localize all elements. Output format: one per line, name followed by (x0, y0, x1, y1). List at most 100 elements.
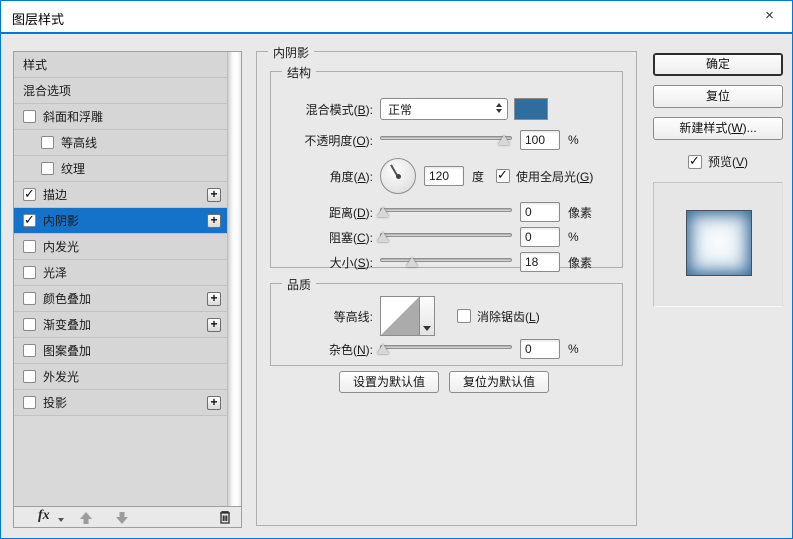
item-label: 渐变叠加 (43, 316, 91, 333)
opacity-label: 不透明度(O): (281, 132, 373, 149)
shadow-color-swatch[interactable] (514, 98, 548, 120)
contour-thumbnail[interactable] (380, 296, 420, 336)
opacity-slider[interactable] (380, 132, 512, 148)
angle-input[interactable]: 120 (424, 166, 464, 186)
new-style-button[interactable]: 新建样式(W)... (653, 117, 783, 140)
anti-alias-check[interactable]: 消除锯齿(L) (457, 308, 540, 325)
item-label: 等高线 (61, 134, 97, 151)
item-label: 外发光 (43, 368, 79, 385)
sidebar-item-styles[interactable]: 样式 (14, 52, 227, 78)
contour-row: 等高线: 消除锯齿(L) (281, 296, 540, 336)
sidebar-item-pattern-overlay[interactable]: 图案叠加 (14, 338, 227, 364)
panel-title: 内阴影 (268, 44, 314, 61)
blend-mode-select[interactable]: 正常 (380, 98, 508, 120)
use-global-light-check[interactable]: 使用全局光(G) (496, 168, 593, 185)
item-label: 混合选项 (23, 82, 71, 99)
styles-list: 样式 混合选项 斜面和浮雕 等高线 纹理 描边 + 内阴影+ 内发光 光泽 颜色叠… (14, 52, 241, 506)
close-icon[interactable]: × (747, 1, 792, 32)
checkbox[interactable] (41, 136, 54, 149)
checkbox[interactable] (23, 344, 36, 357)
sidebar-item-inner-glow[interactable]: 内发光 (14, 234, 227, 260)
checkbox[interactable] (23, 266, 36, 279)
sidebar-item-blending-options[interactable]: 混合选项 (14, 78, 227, 104)
opacity-input[interactable]: 100 (520, 130, 560, 150)
choke-slider[interactable] (380, 229, 512, 245)
distance-slider[interactable] (380, 204, 512, 220)
checkbox[interactable] (23, 188, 36, 201)
size-row: 大小(S): 18 像素 (281, 252, 592, 272)
add-effect-button[interactable]: + (207, 188, 221, 202)
reset-default-button[interactable]: 复位为默认值 (449, 371, 549, 393)
quality-group: 品质 等高线: 消除锯齿(L) 杂色(N): 0 % (270, 283, 623, 366)
add-effect-button[interactable]: + (207, 318, 221, 332)
slider-thumb[interactable] (377, 232, 389, 242)
choke-input[interactable]: 0 (520, 227, 560, 247)
noise-label: 杂色(N): (281, 341, 373, 358)
fx-menu-icon[interactable]: fx (38, 508, 50, 524)
set-default-button[interactable]: 设置为默认值 (339, 371, 439, 393)
sidebar-item-contour[interactable]: 等高线 (14, 130, 227, 156)
add-effect-button[interactable]: + (207, 214, 221, 228)
spinner-icon (496, 103, 502, 113)
global-light-label: 使用全局光(G) (516, 168, 593, 185)
delete-effect-icon[interactable] (217, 509, 233, 525)
move-effect-down-icon[interactable] (114, 510, 130, 526)
style-preview-panel (653, 182, 783, 307)
sidebar-item-outer-glow[interactable]: 外发光 (14, 364, 227, 390)
checkbox[interactable] (23, 214, 36, 227)
contour-dropdown-icon[interactable] (420, 296, 435, 336)
size-unit: 像素 (568, 254, 592, 271)
opacity-unit: % (568, 133, 579, 147)
item-label: 样式 (23, 56, 47, 73)
defaults-buttons: 设置为默认值 复位为默认值 (339, 371, 549, 393)
sidebar-item-satin[interactable]: 光泽 (14, 260, 227, 286)
sidebar-item-bevel-emboss[interactable]: 斜面和浮雕 (14, 104, 227, 130)
style-preview-swatch (686, 210, 752, 276)
noise-unit: % (568, 342, 579, 356)
contour-label: 等高线: (281, 308, 373, 325)
sidebar-item-color-overlay[interactable]: 颜色叠加+ (14, 286, 227, 312)
checkbox[interactable] (23, 370, 36, 383)
size-slider[interactable] (380, 254, 512, 270)
sidebar-item-drop-shadow[interactable]: 投影+ (14, 390, 227, 416)
dialog-title: 图层样式 (12, 9, 64, 28)
checkbox[interactable] (41, 162, 54, 175)
noise-slider[interactable] (380, 341, 512, 357)
sidebar-item-inner-shadow[interactable]: 内阴影+ (14, 208, 227, 234)
reset-button[interactable]: 复位 (653, 85, 783, 108)
item-label: 斜面和浮雕 (43, 108, 103, 125)
slider-thumb[interactable] (377, 207, 389, 217)
add-effect-button[interactable]: + (207, 396, 221, 410)
sidebar-item-texture[interactable]: 纹理 (14, 156, 227, 182)
preview-check[interactable]: 预览(V) (653, 153, 783, 170)
quality-title: 品质 (282, 276, 316, 293)
checkbox[interactable] (23, 110, 36, 123)
ok-button[interactable]: 确定 (653, 53, 783, 76)
checkbox[interactable] (23, 318, 36, 331)
contour-picker[interactable] (380, 296, 435, 336)
noise-input[interactable]: 0 (520, 339, 560, 359)
item-label: 描边 (43, 186, 67, 203)
slider-thumb[interactable] (406, 257, 418, 267)
checkbox[interactable] (23, 396, 36, 409)
sidebar-item-gradient-overlay[interactable]: 渐变叠加 + (14, 312, 227, 338)
distance-input[interactable]: 0 (520, 202, 560, 222)
slider-thumb[interactable] (498, 135, 510, 145)
checkbox[interactable] (23, 292, 36, 305)
angle-dial[interactable] (380, 158, 416, 194)
move-effect-up-icon[interactable] (78, 510, 94, 526)
checkbox[interactable] (23, 240, 36, 253)
checkbox[interactable] (496, 169, 510, 183)
scrollbar[interactable] (227, 52, 241, 506)
add-effect-button[interactable]: + (207, 292, 221, 306)
checkbox[interactable] (457, 309, 471, 323)
sidebar-item-stroke[interactable]: 描边 + (14, 182, 227, 208)
choke-row: 阻塞(C): 0 % (281, 227, 579, 247)
checkbox[interactable] (688, 155, 702, 169)
item-label: 图案叠加 (43, 342, 91, 359)
size-input[interactable]: 18 (520, 252, 560, 272)
slider-thumb[interactable] (377, 344, 389, 354)
titlebar: 图层样式 × (1, 1, 792, 34)
structure-group: 结构 混合模式(B): 正常 不透明度(O): 100 % 角度(A): 120 (270, 71, 623, 268)
preview-label: 预览(V) (708, 153, 748, 170)
